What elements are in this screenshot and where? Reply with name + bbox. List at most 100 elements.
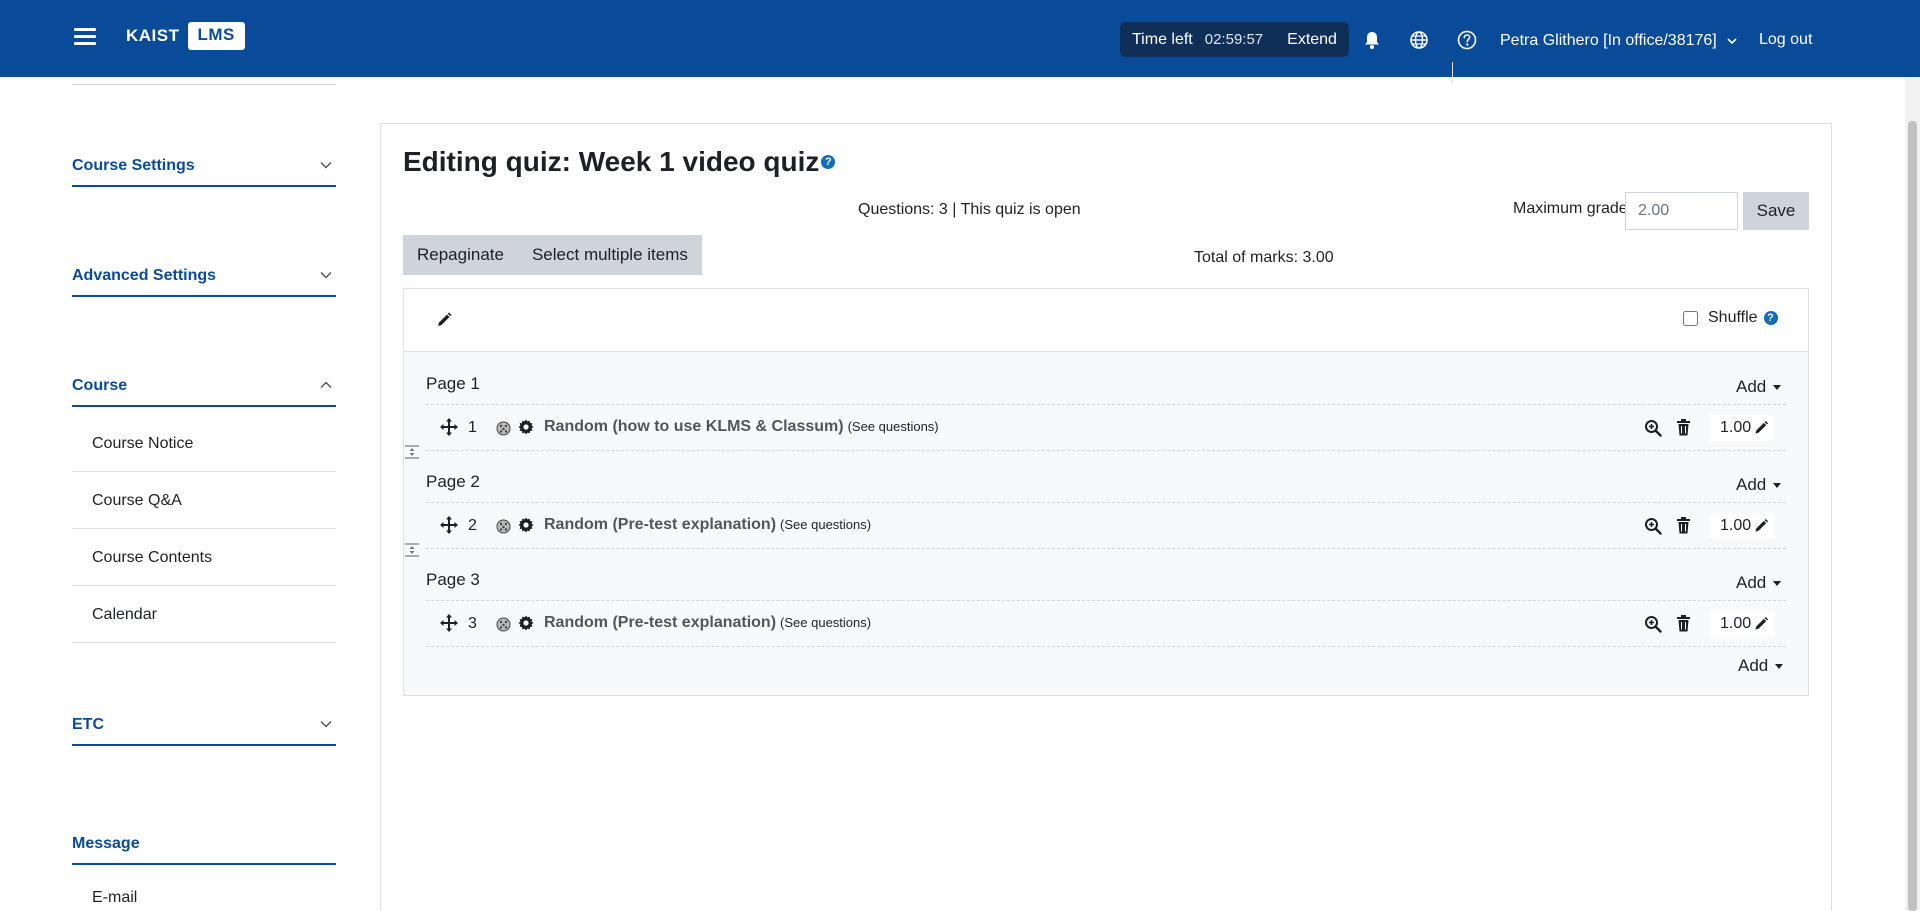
pencil-icon[interactable] bbox=[436, 312, 452, 328]
repaginate-button[interactable]: Repaginate bbox=[403, 235, 518, 275]
questions-info: Questions: 3 | This quiz is open bbox=[858, 201, 1081, 218]
add-label: Add bbox=[1736, 377, 1767, 396]
sidebar-section-label: Message bbox=[72, 835, 140, 852]
divider bbox=[1452, 62, 1453, 84]
site-logo[interactable]: KAIST LMS bbox=[126, 22, 245, 50]
help-icon[interactable]: ? bbox=[821, 154, 836, 169]
logout-link[interactable]: Log out bbox=[1759, 31, 1812, 49]
page-label: Page 1 bbox=[426, 374, 480, 393]
sidebar-item-calendar[interactable]: Calendar bbox=[72, 586, 336, 643]
sidebar-section-label: Advanced Settings bbox=[72, 267, 217, 284]
pencil-icon[interactable] bbox=[1754, 420, 1769, 435]
shuffle-checkbox[interactable] bbox=[1683, 310, 1698, 326]
question-number: 2 bbox=[468, 517, 477, 534]
chevron-down-icon bbox=[320, 720, 332, 728]
random-question-icon bbox=[496, 617, 511, 632]
logo-text: KAIST bbox=[126, 26, 180, 45]
trash-icon[interactable] bbox=[1676, 615, 1691, 632]
preview-zoom-icon[interactable] bbox=[1644, 419, 1662, 437]
divider bbox=[426, 502, 1786, 503]
pencil-icon[interactable] bbox=[1754, 518, 1769, 533]
help-icon[interactable] bbox=[1457, 30, 1477, 50]
add-button[interactable]: Add bbox=[1736, 377, 1782, 397]
sidebar-item-email[interactable]: E-mail bbox=[72, 872, 336, 911]
question-name: Random (Pre-test explanation) bbox=[544, 516, 777, 533]
see-questions-link[interactable]: (See questions) bbox=[780, 517, 871, 532]
caret-down-icon bbox=[1773, 483, 1782, 489]
question-name-link[interactable]: Random (how to use KLMS & Classum) (See q… bbox=[544, 418, 939, 436]
move-icon[interactable] bbox=[440, 516, 458, 534]
page-label: Page 2 bbox=[426, 472, 480, 491]
divider bbox=[426, 548, 1786, 549]
pencil-icon[interactable] bbox=[1754, 616, 1769, 631]
select-multiple-button[interactable]: Select multiple items bbox=[518, 235, 702, 275]
page-title: Editing quiz: Week 1 video quiz? bbox=[403, 146, 836, 178]
question-row: 1 Random (how to use KLMS & Classum) (See… bbox=[426, 406, 1786, 450]
add-label: Add bbox=[1736, 573, 1767, 592]
max-grade-input[interactable] bbox=[1625, 192, 1738, 230]
sidebar-section-label: ETC bbox=[72, 716, 104, 733]
sidebar-section-course-settings[interactable]: Course Settings bbox=[72, 157, 336, 187]
see-questions-link[interactable]: (See questions) bbox=[848, 419, 939, 434]
add-button[interactable]: Add bbox=[1736, 475, 1782, 495]
trash-icon[interactable] bbox=[1676, 517, 1691, 534]
chevron-down-icon bbox=[320, 161, 332, 169]
chevron-down-icon bbox=[1727, 38, 1737, 45]
sidebar-section-course[interactable]: Course bbox=[72, 377, 336, 407]
sidebar-item-course-qa[interactable]: Course Q&A bbox=[72, 472, 336, 529]
sidebar-item-label: Course Contents bbox=[92, 549, 213, 566]
divider bbox=[426, 600, 1786, 601]
sidebar-item-label: Course Q&A bbox=[92, 492, 182, 509]
gear-icon[interactable] bbox=[518, 517, 534, 533]
sidebar-item-label: Course Notice bbox=[92, 435, 194, 452]
preview-zoom-icon[interactable] bbox=[1644, 517, 1662, 535]
question-number: 1 bbox=[468, 419, 477, 436]
page-title-text: Editing quiz: Week 1 video quiz bbox=[403, 146, 820, 177]
question-name: Random (how to use KLMS & Classum) bbox=[544, 418, 844, 435]
question-row: 3 Random (Pre-test explanation) (See ques… bbox=[426, 602, 1786, 646]
sidebar-item-label: E-mail bbox=[92, 889, 138, 906]
scrollbar-thumb[interactable] bbox=[1908, 121, 1917, 911]
menu-icon[interactable] bbox=[74, 28, 96, 46]
gear-icon[interactable] bbox=[518, 615, 534, 631]
sidebar-section-advanced-settings[interactable]: Advanced Settings bbox=[72, 267, 336, 297]
add-button[interactable]: Add bbox=[1738, 656, 1784, 676]
sidebar-section-label: Course bbox=[72, 377, 128, 394]
save-button[interactable]: Save bbox=[1743, 192, 1809, 230]
sidebar-section-etc[interactable]: ETC bbox=[72, 716, 336, 746]
globe-icon[interactable] bbox=[1409, 30, 1429, 50]
extend-button[interactable]: Extend bbox=[1287, 31, 1337, 49]
sidebar-section-message[interactable]: Message bbox=[72, 835, 336, 865]
trash-icon[interactable] bbox=[1676, 419, 1691, 436]
quiz-timer: Time left 02:59:57 Extend bbox=[1120, 22, 1349, 57]
sidebar-item-course-contents[interactable]: Course Contents bbox=[72, 529, 336, 586]
page-label: Page 3 bbox=[426, 570, 480, 589]
sidebar-divider bbox=[72, 84, 336, 85]
add-label: Add bbox=[1736, 475, 1767, 494]
page-break-icon[interactable] bbox=[404, 444, 420, 460]
caret-down-icon bbox=[1773, 385, 1782, 391]
logo-box: LMS bbox=[187, 22, 245, 50]
question-row: 2 Random (Pre-test explanation) (See ques… bbox=[426, 504, 1786, 548]
question-name-link[interactable]: Random (Pre-test explanation) (See questi… bbox=[544, 614, 871, 632]
sidebar-item-course-notice[interactable]: Course Notice bbox=[72, 415, 336, 472]
see-questions-link[interactable]: (See questions) bbox=[780, 615, 871, 630]
time-left-label: Time left bbox=[1132, 30, 1193, 48]
shuffle-toggle: Shuffle ? bbox=[1683, 309, 1778, 327]
help-icon[interactable]: ? bbox=[1763, 311, 1778, 325]
add-button[interactable]: Add bbox=[1736, 573, 1782, 593]
chevron-up-icon bbox=[320, 381, 332, 389]
move-icon[interactable] bbox=[440, 418, 458, 436]
question-name-link[interactable]: Random (Pre-test explanation) (See questi… bbox=[544, 516, 871, 534]
top-navbar: KAIST LMS Time left 02:59:57 Extend Petr… bbox=[0, 0, 1920, 77]
page-scrollbar[interactable] bbox=[1905, 77, 1920, 911]
move-icon[interactable] bbox=[440, 614, 458, 632]
preview-zoom-icon[interactable] bbox=[1644, 615, 1662, 633]
bell-icon[interactable] bbox=[1362, 30, 1382, 50]
section-header bbox=[404, 289, 1808, 352]
user-menu[interactable]: Petra Glithero [In office/38176] bbox=[1500, 32, 1737, 50]
gear-icon[interactable] bbox=[518, 419, 534, 435]
page-break-icon[interactable] bbox=[404, 542, 420, 558]
shuffle-label: Shuffle bbox=[1708, 309, 1758, 326]
edit-toolbar: Repaginate Select multiple items bbox=[403, 235, 702, 275]
